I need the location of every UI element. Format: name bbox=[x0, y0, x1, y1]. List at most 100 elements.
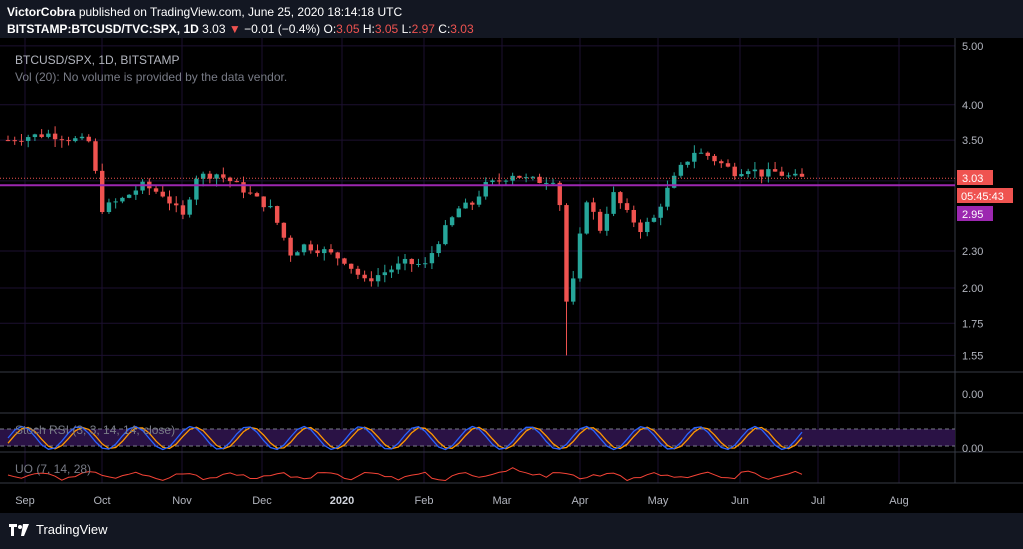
open-label: O: bbox=[323, 22, 337, 36]
candle-body bbox=[712, 155, 717, 162]
open-value: 3.05 bbox=[336, 22, 360, 36]
candle-body bbox=[584, 202, 589, 234]
candle-body bbox=[685, 161, 690, 165]
candle-body bbox=[120, 197, 125, 202]
candle-body bbox=[25, 137, 31, 141]
stoch-rsi-legend: Stoch RSI (3, 3, 14, 14, close) bbox=[15, 423, 175, 437]
tradingview-brand: TradingView bbox=[36, 522, 108, 537]
stoch-tick-label: 0.00 bbox=[962, 443, 983, 455]
candle-body bbox=[429, 253, 435, 264]
candle-body bbox=[241, 182, 246, 193]
tradingview-icon bbox=[9, 523, 29, 536]
candle-body bbox=[422, 263, 428, 265]
candle-body bbox=[651, 217, 657, 222]
candle-body bbox=[544, 182, 549, 184]
candle-body bbox=[638, 222, 643, 233]
candle-body bbox=[739, 174, 744, 177]
footer: TradingView bbox=[0, 513, 1023, 549]
time-tick-label: Mar bbox=[493, 495, 512, 507]
candle-body bbox=[564, 205, 569, 302]
candle-body bbox=[295, 252, 300, 256]
price-tick-label: 5.00 bbox=[962, 41, 983, 53]
candle-body bbox=[631, 209, 636, 223]
price-tick-label: 1.55 bbox=[962, 350, 983, 362]
candle-body bbox=[483, 182, 488, 197]
low-value: 2.97 bbox=[411, 22, 435, 36]
countdown-label: 05:45:43 bbox=[957, 188, 1013, 203]
time-tick-label: Sep bbox=[15, 495, 35, 507]
candle-body bbox=[281, 222, 287, 238]
candle-body bbox=[577, 233, 583, 279]
price-chart[interactable]: 5.004.003.503.002.302.001.751.550.000.00… bbox=[0, 38, 1023, 513]
candle-body bbox=[73, 138, 78, 142]
candle-body bbox=[301, 244, 307, 253]
author-name[interactable]: VictorCobra bbox=[7, 5, 75, 19]
candle-body bbox=[248, 192, 253, 194]
candle-body bbox=[618, 192, 623, 204]
candle-body bbox=[759, 169, 764, 177]
candle-body bbox=[106, 202, 112, 213]
candle-body bbox=[665, 187, 670, 207]
close-value: 3.03 bbox=[450, 22, 474, 36]
price-axis[interactable]: 5.004.003.503.002.302.001.751.550.000.00 bbox=[962, 41, 983, 455]
time-tick-label: Aug bbox=[889, 495, 909, 507]
candle-body bbox=[375, 275, 381, 282]
time-tick-label: Nov bbox=[172, 495, 192, 507]
candle-body bbox=[308, 244, 313, 251]
volume-tick-label: 0.00 bbox=[962, 389, 983, 401]
candle-body bbox=[799, 173, 805, 177]
candle-body bbox=[645, 221, 650, 233]
candle-body bbox=[490, 180, 495, 183]
candle-body bbox=[187, 199, 192, 215]
candle-body bbox=[779, 171, 785, 176]
candle-body bbox=[396, 263, 401, 270]
candle-body bbox=[315, 250, 320, 254]
candle-body bbox=[436, 244, 441, 254]
symbol-label[interactable]: BITSTAMP:BTCUSD/TVC:SPX, 1D bbox=[7, 22, 199, 36]
time-tick-label: Dec bbox=[252, 495, 272, 507]
candle-body bbox=[470, 202, 475, 205]
price-tick-label: 4.00 bbox=[962, 100, 983, 112]
price-tick-label: 2.00 bbox=[962, 283, 983, 295]
candle-body bbox=[100, 170, 105, 213]
volume-legend: Vol (20): No volume is provided by the d… bbox=[15, 70, 287, 84]
candle-body bbox=[719, 161, 724, 164]
high-label: H: bbox=[362, 22, 375, 36]
candle-body bbox=[5, 140, 11, 142]
price-tick-label: 2.30 bbox=[962, 246, 983, 258]
ohlc-line: BITSTAMP:BTCUSD/TVC:SPX, 1D 3.03 ▼ −0.01… bbox=[7, 22, 474, 36]
candle-body bbox=[517, 175, 522, 178]
candle-body bbox=[133, 190, 139, 195]
candle-body bbox=[19, 140, 24, 142]
candle-body bbox=[194, 178, 199, 200]
candle-body bbox=[523, 177, 529, 179]
candle-body bbox=[274, 206, 280, 223]
tradingview-logo[interactable]: TradingView bbox=[8, 522, 108, 537]
candle-body bbox=[604, 213, 610, 231]
candle-body bbox=[59, 139, 65, 141]
candle-body bbox=[86, 136, 91, 142]
candle-body bbox=[153, 188, 159, 192]
candle-body bbox=[207, 173, 213, 179]
candle-body bbox=[355, 268, 361, 275]
change-value: −0.01 (−0.4%) bbox=[244, 22, 321, 36]
candle-body bbox=[449, 217, 455, 226]
candle-body bbox=[416, 263, 421, 265]
candle-body bbox=[497, 180, 502, 182]
candle-body bbox=[93, 141, 98, 171]
candle-body bbox=[328, 249, 334, 253]
candle-body bbox=[456, 208, 462, 218]
candle-body bbox=[745, 171, 751, 175]
candle-body bbox=[362, 274, 367, 279]
candle-body bbox=[322, 249, 327, 254]
price-tick-label: 3.50 bbox=[962, 135, 983, 147]
candle-body bbox=[591, 202, 596, 212]
time-tick-label: Oct bbox=[93, 495, 110, 507]
candle-body bbox=[167, 196, 172, 204]
candle-body bbox=[402, 258, 408, 264]
time-tick-label: Apr bbox=[571, 495, 588, 507]
candle-body bbox=[550, 182, 556, 184]
main-legend: BTCUSD/SPX, 1D, BITSTAMP bbox=[15, 53, 179, 67]
candle-body bbox=[288, 237, 293, 256]
close-label: C: bbox=[438, 22, 451, 36]
